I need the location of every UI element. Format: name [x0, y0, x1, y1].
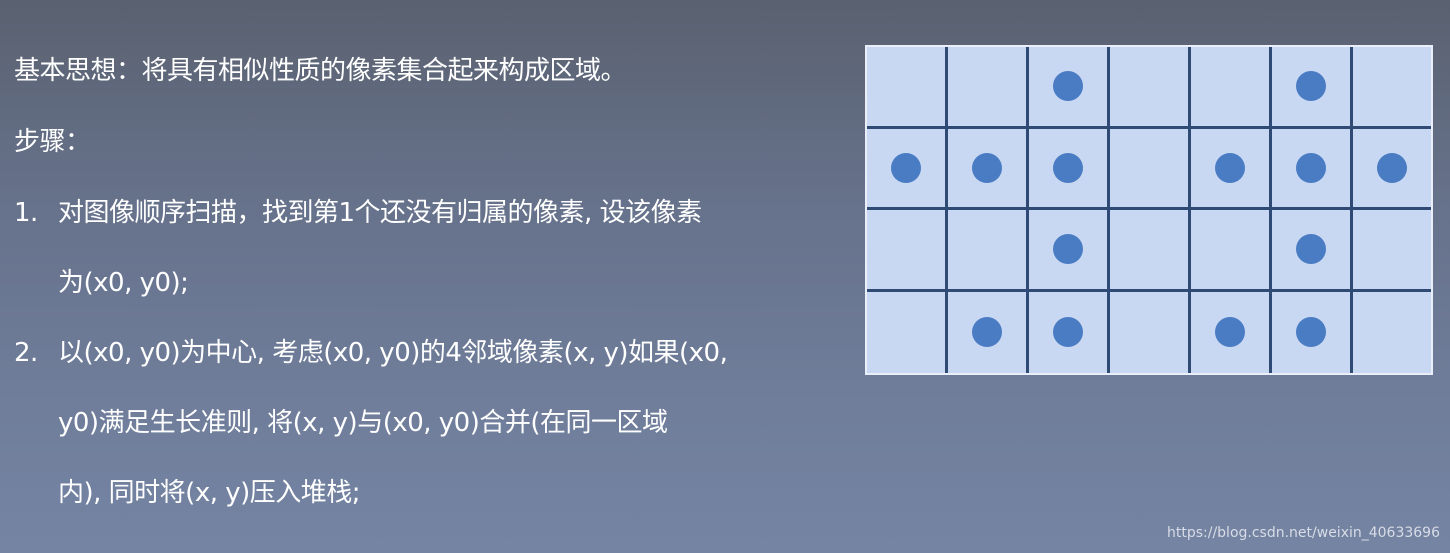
grid-cell	[1029, 210, 1110, 292]
basic-idea-text: 基本思想：将具有相似性质的像素集合起来构成区域。	[14, 56, 627, 86]
watermark-url: https://blog.csdn.net/weixin_40633696	[1166, 525, 1440, 541]
grid-row	[867, 47, 1431, 129]
pixel-dot	[1053, 234, 1083, 265]
grid-cell	[867, 128, 948, 210]
grid-row	[867, 291, 1431, 373]
step-2-line-3: 内), 同时将(x, y)压入堆栈;	[58, 478, 361, 508]
pixel-dot	[891, 152, 921, 183]
grid-cell	[1272, 291, 1353, 373]
grid-cell	[1029, 128, 1110, 210]
grid-cell	[1191, 128, 1272, 210]
grid-row	[867, 128, 1431, 210]
step-1-line-1: 1. 对图像顺序扫描，找到第1个还没有归属的像素, 设该像素	[14, 188, 814, 238]
grid-cell	[1191, 47, 1272, 129]
step-2-text-1: 以(x0, y0)为中心, 考虑(x0, y0)的4邻域像素(x, y)如果(x…	[58, 338, 728, 368]
text-panel: 基本思想：将具有相似性质的像素集合起来构成区域。 步骤： 1. 对图像顺序扫描，找…	[14, 46, 814, 518]
grid-cell	[948, 291, 1029, 373]
grid-cell	[1272, 47, 1353, 129]
pixel-dot	[1053, 317, 1083, 348]
grid-cell	[867, 47, 948, 129]
grid-cell	[867, 291, 948, 373]
grid-cell	[1110, 291, 1191, 373]
grid-cell	[1029, 291, 1110, 373]
grid-cell	[1272, 210, 1353, 292]
pixel-dot	[1296, 152, 1326, 183]
step-1-text-1: 对图像顺序扫描，找到第1个还没有归属的像素, 设该像素	[58, 198, 702, 228]
steps-heading: 步骤：	[14, 127, 91, 157]
grid-cell	[948, 128, 1029, 210]
grid-cell	[1191, 210, 1272, 292]
grid-cell	[867, 210, 948, 292]
grid-cell	[1272, 128, 1353, 210]
step-2-number: 2.	[14, 338, 38, 368]
grid-cell	[1353, 210, 1431, 292]
step-1-line-2: 为(x0, y0);	[58, 268, 189, 298]
grid-row	[867, 210, 1431, 292]
grid-cell	[1191, 291, 1272, 373]
pixel-dot	[1053, 71, 1083, 102]
grid-cell	[1110, 47, 1191, 129]
pixel-dot	[1215, 317, 1245, 348]
pixel-dot	[1296, 71, 1326, 102]
pixel-dot	[1296, 234, 1326, 265]
step-1-number: 1.	[14, 198, 38, 228]
grid-cell	[948, 47, 1029, 129]
grid-cell	[1353, 128, 1431, 210]
pixel-dot	[972, 152, 1002, 183]
pixel-dot	[972, 317, 1002, 348]
step-2-line-2: y0)满足生长准则, 将(x, y)与(x0, y0)合并(在同一区域	[58, 408, 668, 438]
grid-cell	[1353, 291, 1431, 373]
grid-cell	[1110, 128, 1191, 210]
grid-cell	[1029, 47, 1110, 129]
grid-cell	[1353, 47, 1431, 129]
pixel-dot	[1053, 152, 1083, 183]
pixel-grid-diagram	[865, 45, 1433, 375]
pixel-grid	[867, 47, 1431, 373]
pixel-dot	[1296, 317, 1326, 348]
pixel-dot	[1377, 152, 1407, 183]
pixel-dot	[1215, 152, 1245, 183]
grid-cell	[948, 210, 1029, 292]
step-2-line-1: 2. 以(x0, y0)为中心, 考虑(x0, y0)的4邻域像素(x, y)如果…	[14, 328, 814, 378]
grid-cell	[1110, 210, 1191, 292]
